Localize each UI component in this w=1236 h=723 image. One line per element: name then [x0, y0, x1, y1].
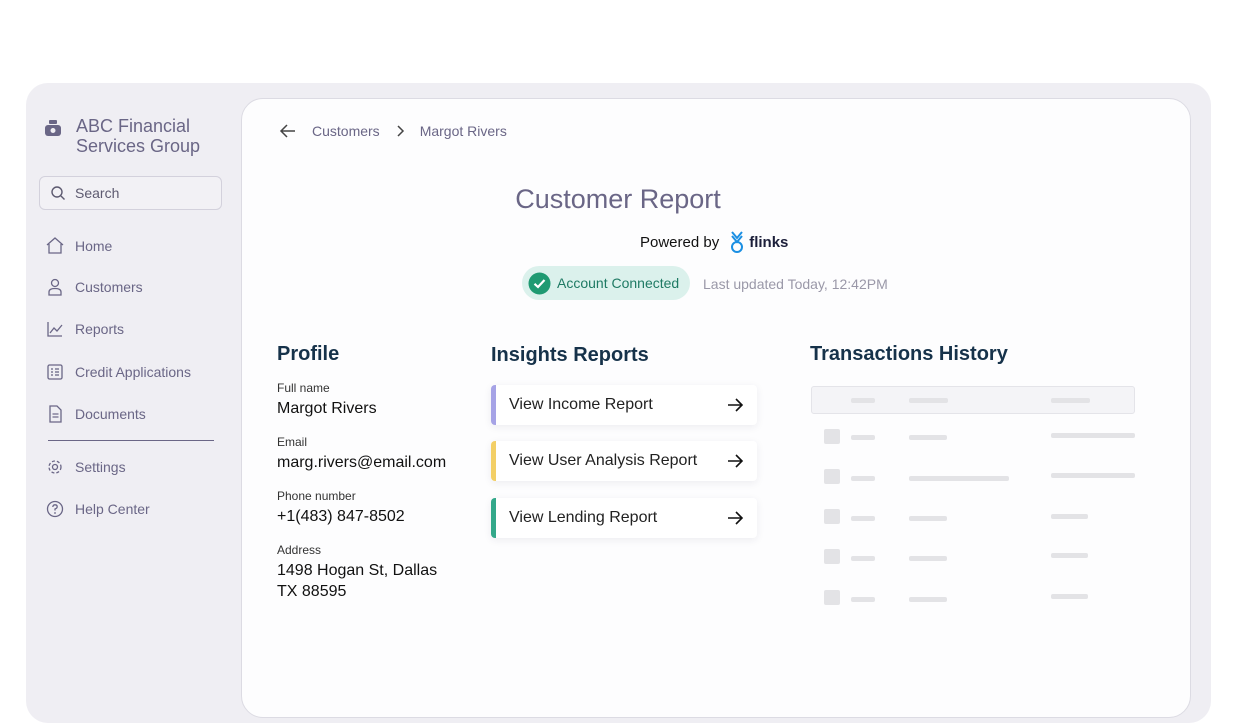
card-accent	[491, 498, 496, 538]
sidebar-item-label: Home	[75, 238, 113, 254]
skeleton-bar	[851, 516, 875, 521]
document-icon	[49, 405, 62, 423]
powered-by-label: Powered by	[640, 233, 720, 251]
skeleton-checkbox	[824, 429, 840, 444]
email-value: marg.rivers@email.com	[277, 454, 447, 471]
sidebar-divider	[48, 440, 214, 441]
card-label: View Lending Report	[509, 509, 658, 526]
flinks-icon	[731, 231, 744, 253]
chart-icon	[47, 322, 63, 337]
skeleton-bar	[1051, 433, 1135, 438]
arrow-right-icon	[728, 454, 744, 468]
brand-name: ABC Financial Services Group	[76, 116, 201, 156]
full-name-value: Margot Rivers	[277, 400, 377, 417]
breadcrumb-current: Margot Rivers	[419, 123, 507, 139]
brand: ABC Financial Services Group	[44, 116, 226, 156]
skeleton-bar	[909, 435, 947, 440]
sidebar-item-home[interactable]: Home	[45, 234, 112, 258]
skeleton-checkbox	[824, 509, 840, 524]
flinks-wordmark: flinks	[749, 233, 789, 251]
user-analysis-report-button[interactable]: View User Analysis Report	[491, 441, 757, 481]
sidebar-item-label: Credit Applications	[75, 364, 191, 380]
skeleton-bar	[1051, 553, 1088, 558]
sidebar-item-label: Help Center	[75, 501, 150, 517]
sidebar-item-reports[interactable]: Reports	[45, 317, 124, 341]
sidebar-item-label: Reports	[75, 321, 125, 337]
card-label: View Income Report	[509, 396, 653, 413]
status-text: Account Connected	[557, 275, 680, 291]
lending-report-button[interactable]: View Lending Report	[491, 498, 757, 538]
skeleton-bar	[851, 556, 875, 561]
page-title: Customer Report	[515, 184, 721, 214]
skeleton-bar	[1051, 514, 1088, 519]
form-icon	[47, 364, 63, 380]
home-icon	[46, 237, 64, 254]
arrow-right-icon	[728, 511, 744, 525]
phone-label: Phone number	[277, 489, 356, 503]
skeleton-bar	[1051, 398, 1090, 403]
user-icon	[48, 278, 62, 296]
skeleton-bar	[909, 476, 1009, 481]
phone-value: +1(483) 847-8502	[277, 508, 405, 525]
transactions-title: Transactions History	[810, 343, 1008, 365]
sidebar-item-settings[interactable]: Settings	[45, 455, 126, 479]
breadcrumb: Customers Margot Rivers	[278, 121, 507, 141]
sidebar-item-label: Documents	[75, 406, 146, 422]
skeleton-bar	[909, 398, 948, 403]
flinks-logo: flinks	[727, 230, 788, 254]
skeleton-bar	[851, 398, 875, 403]
skeleton-bar	[909, 556, 947, 561]
page-title-wrap: Customer Report	[0, 184, 1236, 215]
skeleton-bar	[909, 597, 947, 602]
skeleton-bar	[851, 435, 875, 440]
skeleton-bar	[851, 476, 875, 481]
address-label: Address	[277, 543, 322, 557]
card-accent	[491, 385, 496, 425]
sidebar-item-credit-applications[interactable]: Credit Applications	[45, 360, 191, 384]
address-line-1: 1498 Hogan St, Dallas	[277, 562, 438, 579]
skeleton-bar	[851, 597, 875, 602]
sidebar-item-label: Customers	[75, 279, 143, 295]
card-label: View User Analysis Report	[509, 452, 698, 469]
status-badge: Account Connected	[522, 266, 690, 300]
sidebar-item-documents[interactable]: Documents	[45, 402, 146, 426]
chevron-right-icon	[397, 125, 404, 137]
powered-by: Powered by flinks	[640, 230, 788, 254]
check-circle-icon	[528, 272, 551, 294]
card-accent	[491, 441, 496, 481]
profile-title: Profile	[277, 343, 340, 365]
back-arrow-icon[interactable]	[278, 121, 298, 141]
email-label: Email	[277, 435, 308, 449]
insights-title: Insights Reports	[491, 344, 649, 366]
skeleton-bar	[1051, 473, 1135, 478]
help-icon	[46, 500, 64, 518]
address-line-2: TX 88595	[277, 583, 347, 600]
sidebar-item-help-center[interactable]: Help Center	[45, 497, 150, 521]
breadcrumb-customers[interactable]: Customers	[312, 123, 380, 139]
skeleton-checkbox	[824, 549, 840, 564]
money-bag-icon	[45, 120, 61, 136]
sidebar-item-label: Settings	[75, 459, 126, 475]
skeleton-bar	[1051, 594, 1088, 599]
skeleton-checkbox	[824, 590, 840, 605]
gear-icon	[48, 460, 62, 474]
last-updated: Last updated Today, 12:42PM	[703, 276, 888, 292]
full-name-label: Full name	[277, 381, 330, 395]
income-report-button[interactable]: View Income Report	[491, 385, 757, 425]
sidebar-item-customers[interactable]: Customers	[45, 275, 143, 299]
skeleton-bar	[909, 516, 947, 521]
skeleton-checkbox	[824, 469, 840, 484]
arrow-right-icon	[728, 398, 744, 412]
